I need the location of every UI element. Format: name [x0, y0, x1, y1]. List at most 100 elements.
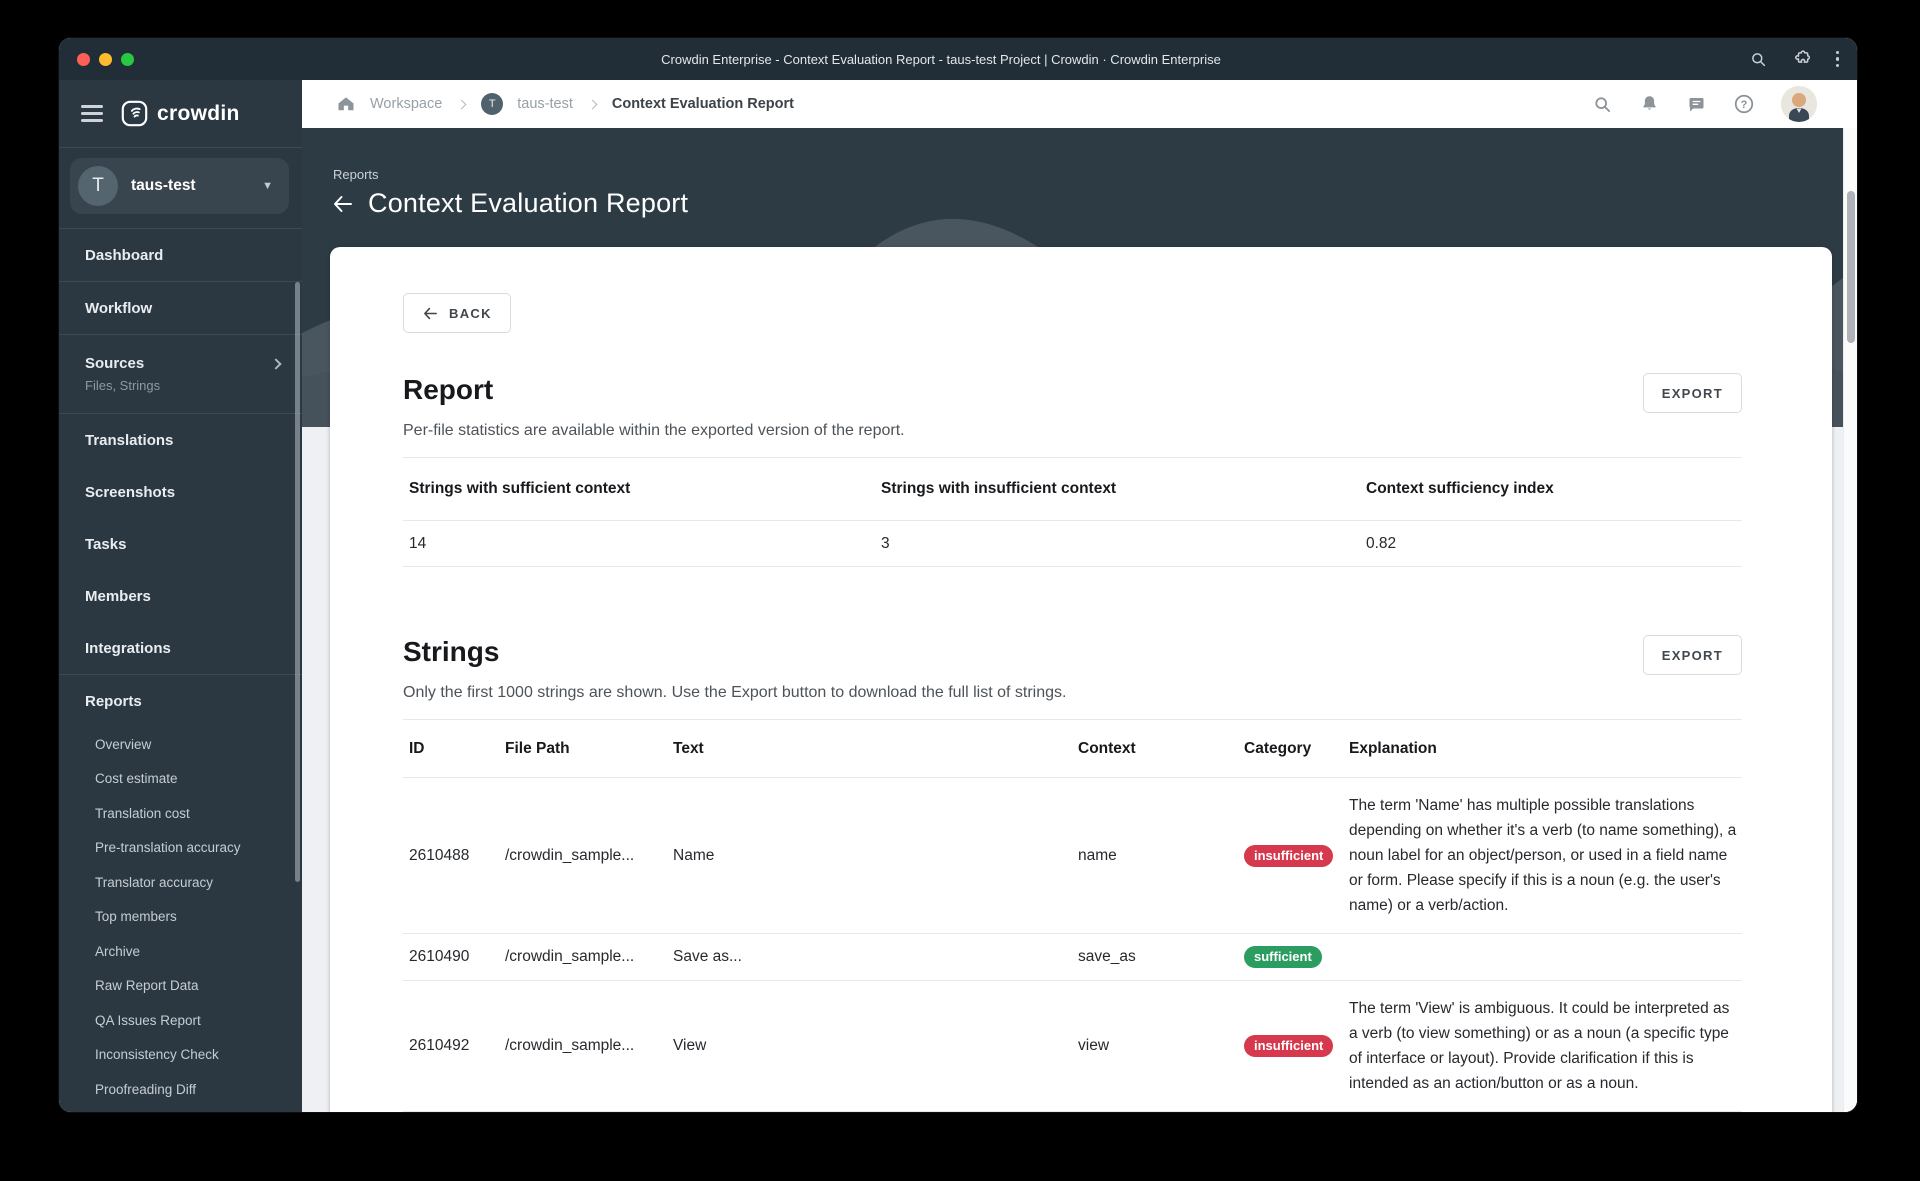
close-window-button[interactable] — [77, 52, 90, 66]
breadcrumb-project[interactable]: taus-test — [517, 96, 573, 112]
sidebar-subitem-top-members[interactable]: Top members — [59, 900, 302, 935]
stats-value-row: 14 3 0.82 — [403, 521, 1742, 567]
cell-text: Save as... — [673, 948, 742, 965]
sidebar-item-label: Integrations — [85, 639, 171, 657]
crowdin-logo[interactable]: crowdin — [121, 100, 240, 127]
sidebar-item-integrations[interactable]: Integrations — [59, 622, 302, 674]
sidebar-item-translations[interactable]: Translations — [59, 414, 302, 466]
report-stats-table: Strings with sufficient context Strings … — [403, 457, 1742, 567]
cell-explanation — [1343, 942, 1742, 972]
sidebar-item-label: Members — [85, 587, 151, 605]
report-section-title: Report — [403, 374, 494, 405]
sidebar-item-workflow[interactable]: Workflow — [59, 282, 302, 334]
minimize-window-button[interactable] — [99, 52, 112, 66]
app-header: Workspace T taus-test Context Evaluation… — [302, 80, 1857, 128]
page-eyebrow: Reports — [333, 167, 379, 182]
sidebar-subitem-cost-estimate[interactable]: Cost estimate — [59, 762, 302, 797]
sidebar-subitem-qa-issues-report[interactable]: QA Issues Report — [59, 1003, 302, 1038]
hamburger-menu-icon[interactable] — [81, 105, 103, 122]
browser-menu-icon[interactable] — [1835, 50, 1839, 68]
table-row: 2610492 /crowdin_sample... View view ins… — [403, 981, 1742, 1112]
cell-id: 2610492 — [409, 1037, 470, 1054]
breadcrumb-workspace[interactable]: Workspace — [370, 96, 442, 112]
sidebar-subitem-inconsistency-check[interactable]: Inconsistency Check — [59, 1038, 302, 1073]
sidebar-subitem-overview[interactable]: Overview — [59, 727, 302, 762]
stats-header-row: Strings with sufficient context Strings … — [403, 458, 1742, 521]
cell-file-path: /crowdin_sample... — [505, 1037, 635, 1054]
project-avatar: T — [78, 166, 118, 206]
maximize-window-button[interactable] — [121, 52, 134, 66]
page-scrollbar-thumb[interactable] — [1846, 191, 1855, 343]
back-button-label: BACK — [449, 305, 492, 321]
extensions-icon[interactable] — [1792, 49, 1812, 69]
browser-window: Crowdin Enterprise - Context Evaluation … — [59, 38, 1857, 1112]
status-badge: insufficient — [1244, 1035, 1334, 1057]
stats-col-insufficient: Strings with insufficient context — [881, 480, 1117, 497]
table-row: 2610488 /crowdin_sample... Name name ins… — [403, 778, 1742, 934]
sidebar-item-label: Dashboard — [85, 246, 164, 264]
sidebar-subitem-translator-accuracy[interactable]: Translator accuracy — [59, 865, 302, 900]
sidebar-item-sublabel: Files, Strings — [85, 378, 161, 393]
crowdin-wordmark: crowdin — [157, 101, 240, 125]
cell-explanation: The term 'View' is ambiguous. It could b… — [1349, 1000, 1730, 1092]
page-scrollbar[interactable] — [1843, 128, 1857, 1112]
sidebar-subitem-raw-report-data[interactable]: Raw Report Data — [59, 969, 302, 1004]
sidebar-subitem-translation-cost[interactable]: Translation cost — [59, 796, 302, 831]
notifications-bell-icon[interactable] — [1639, 94, 1660, 115]
breadcrumb-current: Context Evaluation Report — [611, 96, 794, 112]
cell-context: name — [1078, 846, 1117, 864]
cell-text: View — [673, 1037, 707, 1054]
stats-value-index: 0.82 — [1366, 534, 1397, 552]
cell-file-path: /crowdin_sample... — [505, 846, 635, 864]
cell-id: 2610490 — [409, 948, 470, 965]
back-arrow-icon — [424, 307, 437, 319]
cell-text: Name — [673, 846, 715, 864]
strings-section-subtitle: Only the first 1000 strings are shown. U… — [403, 684, 1067, 701]
sidebar-item-screenshots[interactable]: Screenshots — [59, 466, 302, 518]
chevron-right-icon — [587, 99, 598, 109]
page-back-arrow-icon[interactable] — [331, 192, 355, 216]
sidebar-item-sources[interactable]: Sources Files, Strings — [59, 335, 302, 413]
cell-explanation: The term 'Name' has multiple possible tr… — [1349, 797, 1737, 914]
status-badge: sufficient — [1244, 946, 1322, 968]
sidebar-scrollbar[interactable] — [295, 282, 300, 882]
browser-search-icon[interactable] — [1749, 50, 1768, 69]
table-row: 2610490 /crowdin_sample... Save as... sa… — [403, 934, 1742, 981]
sidebar-item-dashboard[interactable]: Dashboard — [59, 229, 302, 281]
strings-table: ID File Path Text Context Category Expla… — [403, 719, 1742, 1112]
export-button-label: EXPORT — [1661, 647, 1723, 663]
window-title: Crowdin Enterprise - Context Evaluation … — [661, 51, 1221, 67]
cell-file-path: /crowdin_sample... — [505, 948, 635, 965]
strings-export-button[interactable]: EXPORT — [1642, 635, 1742, 675]
sidebar-item-reports[interactable]: Reports — [59, 675, 302, 727]
report-section-subtitle: Per-file statistics are available within… — [403, 422, 905, 439]
strings-header-row: ID File Path Text Context Category Expla… — [403, 720, 1742, 778]
messages-icon[interactable] — [1686, 94, 1707, 115]
sidebar-item-tasks[interactable]: Tasks — [59, 518, 302, 570]
sidebar-subitem-archive[interactable]: Archive — [59, 934, 302, 969]
sidebar-subitem-pre-translation-accuracy[interactable]: Pre-translation accuracy — [59, 831, 302, 866]
help-icon[interactable]: ? — [1733, 93, 1755, 115]
sidebar-subitem-proofreading-diff[interactable]: Proofreading Diff — [59, 1072, 302, 1107]
user-avatar[interactable] — [1781, 86, 1817, 122]
crowdin-logo-icon — [121, 100, 148, 127]
col-id: ID — [409, 739, 425, 757]
home-icon[interactable] — [336, 94, 356, 114]
sidebar-item-label: Sources — [85, 355, 145, 372]
search-icon[interactable] — [1592, 94, 1613, 115]
window-controls — [77, 52, 173, 66]
col-explanation: Explanation — [1349, 739, 1437, 757]
cell-context: view — [1078, 1037, 1110, 1054]
project-selector[interactable]: T taus-test ▼ — [70, 158, 289, 214]
sidebar-item-label: Reports — [85, 692, 142, 710]
col-context: Context — [1078, 739, 1136, 757]
cell-category: sufficient — [1238, 934, 1343, 980]
col-text: Text — [673, 739, 704, 757]
sidebar-item-label: Translations — [85, 431, 174, 449]
sidebar-item-members[interactable]: Members — [59, 570, 302, 622]
stats-col-sufficient: Strings with sufficient context — [409, 480, 631, 497]
back-button[interactable]: BACK — [403, 293, 511, 333]
chevron-right-icon — [270, 357, 282, 370]
cell-context: save_as — [1078, 948, 1136, 965]
report-export-button[interactable]: EXPORT — [1642, 373, 1742, 413]
